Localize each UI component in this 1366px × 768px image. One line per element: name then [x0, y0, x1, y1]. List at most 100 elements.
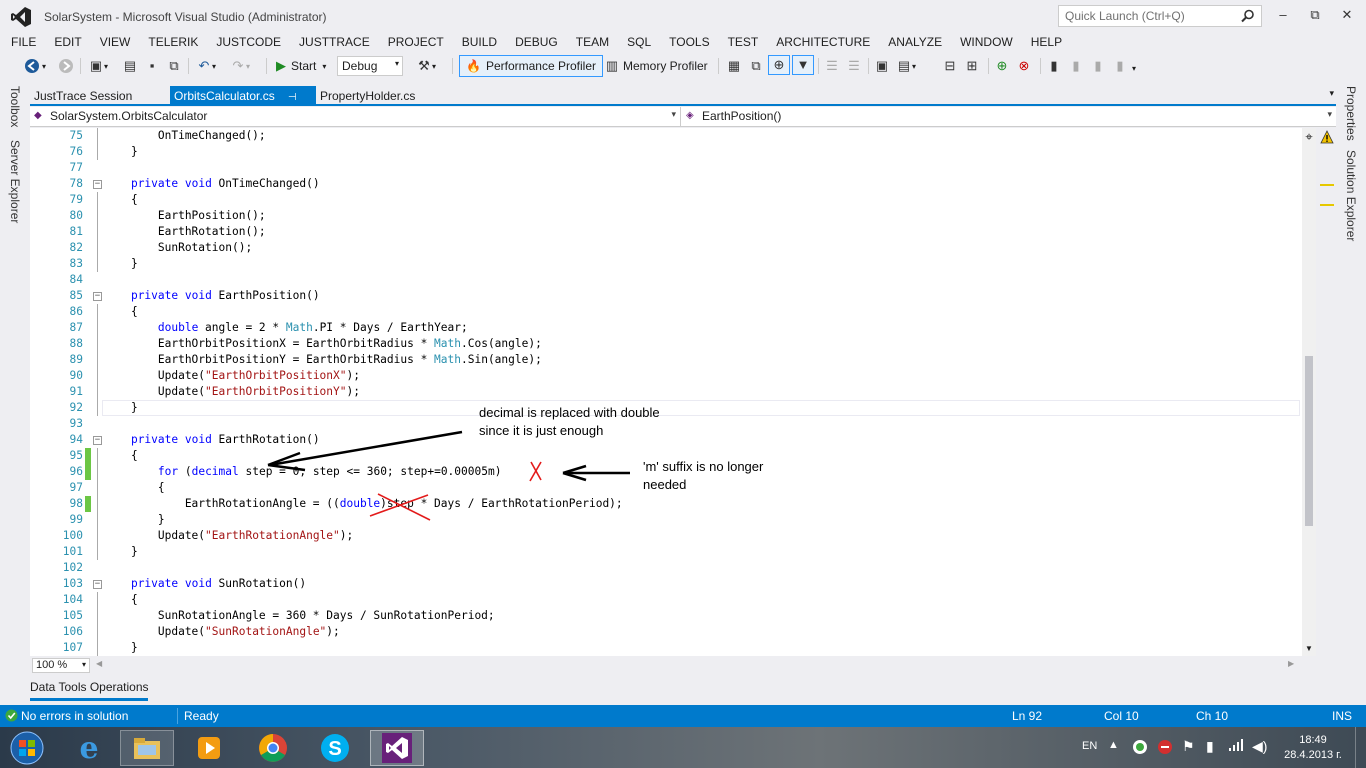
code-line[interactable]: 98 EarthRotationAngle = ((double)step * … — [30, 496, 1302, 512]
code-line[interactable]: 84 — [30, 272, 1302, 288]
save-all-button[interactable]: ⧉ — [166, 56, 182, 76]
toolbar-tool-7[interactable]: ⊞ — [964, 56, 980, 76]
vertical-scrollbar[interactable]: ▼ — [1302, 128, 1316, 656]
configuration-dropdown[interactable]: Debug ▾ — [337, 56, 403, 76]
battery-icon[interactable]: ▮ — [1206, 738, 1214, 768]
code-line[interactable]: 81 EarthRotation(); — [30, 224, 1302, 240]
skype-taskbar-button[interactable]: S — [308, 730, 362, 766]
tab-overflow-icon[interactable]: ▾ — [1329, 88, 1334, 99]
quick-launch-input[interactable]: Quick Launch (Ctrl+Q) — [1058, 5, 1262, 27]
restore-button[interactable]: ⧉ — [1304, 5, 1326, 25]
redo-button[interactable]: ↷ ▾ — [230, 56, 250, 76]
attach-process-button[interactable]: ⚒ ▾ — [416, 56, 436, 76]
comment-button[interactable]: ☰ — [824, 56, 840, 76]
toolbox-tab[interactable]: Toolbox — [8, 86, 22, 127]
menu-item-team[interactable]: TEAM — [571, 32, 614, 52]
new-project-button[interactable]: ▣ ▾ — [88, 56, 108, 76]
bookmark-button[interactable]: ▮ — [1046, 56, 1062, 76]
prev-bookmark-button[interactable]: ▮ — [1068, 56, 1084, 76]
toolbar-tool-8[interactable]: ⊕ — [994, 56, 1010, 76]
tab-propertyholder[interactable]: PropertyHolder.cs — [316, 86, 436, 106]
type-dropdown[interactable]: ◆ SolarSystem.OrbitsCalculator ▾ — [30, 107, 681, 127]
save-button[interactable]: ▪ — [144, 56, 160, 76]
properties-tab[interactable]: Properties — [1344, 86, 1358, 141]
code-line[interactable]: 76 } — [30, 144, 1302, 160]
code-editor[interactable]: 75 OnTimeChanged(); 76 } 77 78− private voi… — [30, 128, 1302, 656]
menu-item-edit[interactable]: EDIT — [49, 32, 86, 52]
scroll-down-icon[interactable]: ▼ — [1305, 644, 1313, 653]
close-button[interactable]: ✕ — [1336, 5, 1358, 25]
open-file-button[interactable]: ▤ — [122, 56, 138, 76]
menu-item-justcode[interactable]: JUSTCODE — [211, 32, 286, 52]
show-desktop-button[interactable] — [1355, 727, 1366, 768]
toolbar-overflow-button[interactable]: ▾ — [1132, 58, 1136, 78]
code-line[interactable]: 101 } — [30, 544, 1302, 560]
memory-profiler-button[interactable]: ▥ Memory Profiler — [604, 56, 708, 76]
menu-item-analyze[interactable]: ANALYZE — [883, 32, 947, 52]
code-line[interactable]: 92 } — [30, 400, 1302, 416]
toolbar-tool-1[interactable]: ▦ — [726, 56, 742, 76]
menu-item-file[interactable]: FILE — [6, 32, 41, 52]
code-line[interactable]: 75 OnTimeChanged(); — [30, 128, 1302, 144]
code-line[interactable]: 100 Update("EarthRotationAngle"); — [30, 528, 1302, 544]
error-status[interactable]: No errors in solution — [21, 709, 128, 723]
code-line[interactable]: 87 double angle = 2 * Math.PI * Days / E… — [30, 320, 1302, 336]
code-line[interactable]: 90 Update("EarthOrbitPositionX"); — [30, 368, 1302, 384]
menu-item-window[interactable]: WINDOW — [955, 32, 1018, 52]
code-line[interactable]: 103 − private void SunRotation() — [30, 576, 1302, 592]
menu-item-sql[interactable]: SQL — [622, 32, 656, 52]
menu-item-debug[interactable]: DEBUG — [510, 32, 563, 52]
code-line[interactable]: 77 — [30, 160, 1302, 176]
code-line[interactable]: 83 } — [30, 256, 1302, 272]
menu-item-tools[interactable]: TOOLS — [664, 32, 714, 52]
menu-item-build[interactable]: BUILD — [457, 32, 502, 52]
code-line[interactable]: 94 − private void EarthRotation() — [30, 432, 1302, 448]
back-button[interactable]: ▾ — [24, 56, 46, 76]
member-dropdown[interactable]: ◈ EarthPosition() ▾ — [682, 107, 1336, 127]
tray-app-red-icon[interactable] — [1157, 739, 1173, 768]
code-line[interactable]: 89 EarthOrbitPositionY = EarthOrbitRadiu… — [30, 352, 1302, 368]
collapse-icon[interactable]: − — [93, 580, 102, 589]
code-line[interactable]: 80 EarthPosition(); — [30, 208, 1302, 224]
minimize-button[interactable]: – — [1272, 5, 1294, 25]
code-line[interactable]: 85 − private void EarthPosition() — [30, 288, 1302, 304]
forward-button[interactable] — [58, 56, 74, 76]
performance-profiler-button[interactable]: 🔥 Performance Profiler — [459, 55, 603, 77]
toolbar-tool-9[interactable]: ⊗ — [1016, 56, 1032, 76]
split-icon[interactable]: ⌖ — [1302, 129, 1316, 144]
code-line[interactable]: 102 — [30, 560, 1302, 576]
toolbar-tool-6[interactable]: ⊟ — [942, 56, 958, 76]
action-center-flag-icon[interactable]: ⚑ — [1182, 738, 1195, 768]
tray-show-hidden-icon[interactable]: ▲ — [1108, 739, 1119, 768]
toolbar-tool-4[interactable]: ▣ — [874, 56, 890, 76]
collapse-icon[interactable]: − — [93, 436, 102, 445]
data-tools-operations-tab[interactable]: Data Tools Operations — [30, 680, 149, 694]
volume-icon[interactable]: ◀) — [1252, 738, 1267, 768]
menu-item-project[interactable]: PROJECT — [383, 32, 449, 52]
zoom-dropdown[interactable]: 100 % ▾ — [32, 658, 90, 673]
filter-button[interactable]: ▼ — [792, 55, 814, 75]
code-line[interactable]: 82 SunRotation(); — [30, 240, 1302, 256]
menu-item-help[interactable]: HELP — [1026, 32, 1067, 52]
menu-item-view[interactable]: VIEW — [95, 32, 136, 52]
tab-orbitscalculator[interactable]: OrbitsCalculator.cs ⊣ ✕ — [170, 86, 316, 117]
scroll-thumb[interactable] — [1305, 356, 1313, 526]
network-signal-icon[interactable] — [1228, 738, 1244, 768]
scroll-right-icon[interactable]: ▶ — [1288, 659, 1294, 668]
explorer-taskbar-button[interactable] — [120, 730, 174, 766]
toolbar-tool-2[interactable]: ⧉ — [748, 56, 764, 76]
server-explorer-tab[interactable]: Server Explorer — [8, 140, 22, 223]
clock[interactable]: 18:49 28.4.2013 г. — [1280, 733, 1346, 768]
next-bookmark-button[interactable]: ▮ — [1090, 56, 1106, 76]
collapse-icon[interactable]: − — [93, 292, 102, 301]
code-line[interactable]: 93 — [30, 416, 1302, 432]
code-line[interactable]: 79 { — [30, 192, 1302, 208]
toolbar-tool-5[interactable]: ▤ ▾ — [896, 56, 916, 76]
visual-studio-taskbar-button[interactable] — [370, 730, 424, 766]
language-indicator[interactable]: EN — [1082, 740, 1097, 768]
menu-item-test[interactable]: TEST — [723, 32, 764, 52]
chrome-taskbar-button[interactable] — [246, 730, 300, 766]
code-line[interactable]: 105 SunRotationAngle = 360 * Days / SunR… — [30, 608, 1302, 624]
start-orb-button[interactable] — [0, 730, 54, 766]
menu-item-justtrace[interactable]: JUSTTRACE — [294, 32, 375, 52]
